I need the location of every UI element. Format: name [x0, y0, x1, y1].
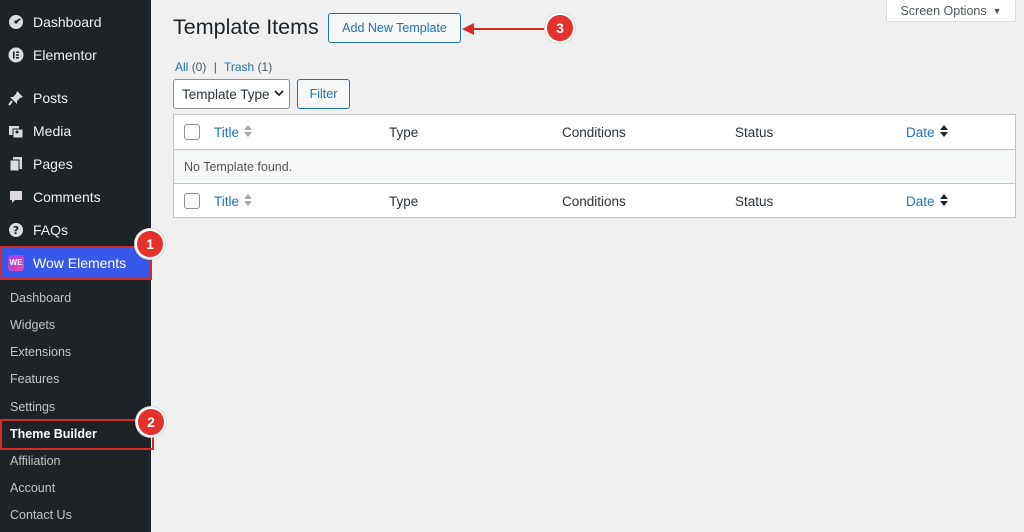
wow-elements-icon: WE — [7, 254, 25, 272]
question-icon: ? — [7, 221, 25, 239]
filter-button[interactable]: Filter — [297, 79, 350, 109]
screen-options-label: Screen Options — [900, 3, 987, 18]
menu-posts[interactable]: Posts — [0, 81, 151, 114]
menu-elementor[interactable]: Elementor — [0, 38, 151, 71]
menu-label: Elementor — [33, 46, 97, 63]
column-date-footer[interactable]: Date — [906, 194, 948, 209]
menu-media[interactable]: Media — [0, 114, 151, 147]
submenu-features[interactable]: Features — [0, 365, 151, 392]
dashboard-icon — [7, 13, 25, 31]
column-title-footer[interactable]: Title — [214, 194, 253, 209]
menu-comments[interactable]: Comments — [0, 180, 151, 213]
sort-icon — [939, 125, 948, 140]
submenu-extensions[interactable]: Extensions — [0, 338, 151, 365]
empty-message: No Template found. — [184, 159, 293, 174]
submenu-widgets[interactable]: Widgets — [0, 311, 151, 338]
filter-trash-link[interactable]: Trash (1) — [224, 60, 272, 74]
table-header: Title Type Conditions Status Date — [174, 115, 1015, 149]
template-type-select[interactable]: Template Type — [173, 79, 290, 109]
annotation-arrow — [462, 23, 548, 35]
template-type-value: Template Type — [182, 86, 270, 102]
menu-pages[interactable]: Pages — [0, 147, 151, 180]
sort-icon — [939, 194, 948, 209]
annotation-badge-2: 2 — [136, 407, 166, 437]
menu-label: Comments — [33, 188, 101, 205]
menu-label: FAQs — [33, 221, 69, 238]
elementor-icon — [7, 46, 25, 64]
menu-label: Media — [33, 122, 72, 139]
annotation-badge-1: 1 — [135, 229, 165, 259]
submenu-settings[interactable]: Settings — [0, 393, 151, 420]
select-all-checkbox[interactable] — [184, 124, 200, 140]
table-footer: Title Type Conditions Status Date — [174, 184, 1015, 218]
menu-label: Wow Elements — [33, 254, 127, 271]
menu-dashboard[interactable]: Dashboard — [0, 5, 151, 38]
chevron-down-icon — [273, 88, 284, 100]
templates-table: Title Type Conditions Status Date No Tem… — [173, 114, 1016, 218]
column-title-header[interactable]: Title — [214, 125, 253, 140]
column-date-header[interactable]: Date — [906, 125, 948, 140]
filter-all-link[interactable]: All (0) — [175, 60, 206, 74]
sort-icon — [244, 125, 253, 140]
sort-icon — [244, 194, 253, 209]
menu-label: Posts — [33, 89, 69, 106]
page-title: Template Items — [173, 15, 319, 39]
empty-table-row: No Template found. — [174, 149, 1015, 184]
media-icon — [7, 122, 25, 140]
submenu-account[interactable]: Account — [0, 474, 151, 501]
status-filter-links: All (0) | Trash (1) — [175, 60, 272, 74]
menu-wow-elements[interactable]: WE Wow Elements — [0, 246, 151, 279]
pin-icon — [7, 89, 25, 107]
select-all-checkbox-footer[interactable] — [184, 193, 200, 209]
caret-down-icon: ▼ — [992, 5, 1002, 16]
add-new-template-button[interactable]: Add New Template — [328, 13, 461, 43]
annotation-badge-3: 3 — [545, 13, 575, 43]
screen-options-button[interactable]: Screen Options ▼ — [886, 0, 1016, 22]
submenu-theme-builder[interactable]: Theme Builder — [0, 420, 151, 447]
column-type-footer: Type — [389, 194, 419, 209]
filter-separator: | — [213, 60, 217, 74]
pages-icon — [7, 155, 25, 173]
submenu-contact-us[interactable]: Contact Us — [0, 501, 151, 528]
menu-faqs[interactable]: ? FAQs — [0, 213, 151, 246]
svg-text:?: ? — [13, 224, 19, 237]
column-conditions-header: Conditions — [562, 125, 626, 140]
admin-sidebar: Dashboard Elementor Posts Media Pages Co… — [0, 0, 151, 532]
menu-label: Pages — [33, 155, 73, 172]
column-conditions-footer: Conditions — [562, 194, 626, 209]
column-status-footer: Status — [735, 194, 774, 209]
submenu-affiliation[interactable]: Affiliation — [0, 447, 151, 474]
column-status-header: Status — [735, 125, 774, 140]
column-type-header: Type — [389, 125, 419, 140]
comment-icon — [7, 188, 25, 206]
submenu-dashboard[interactable]: Dashboard — [0, 284, 151, 311]
menu-label: Dashboard — [33, 13, 102, 30]
